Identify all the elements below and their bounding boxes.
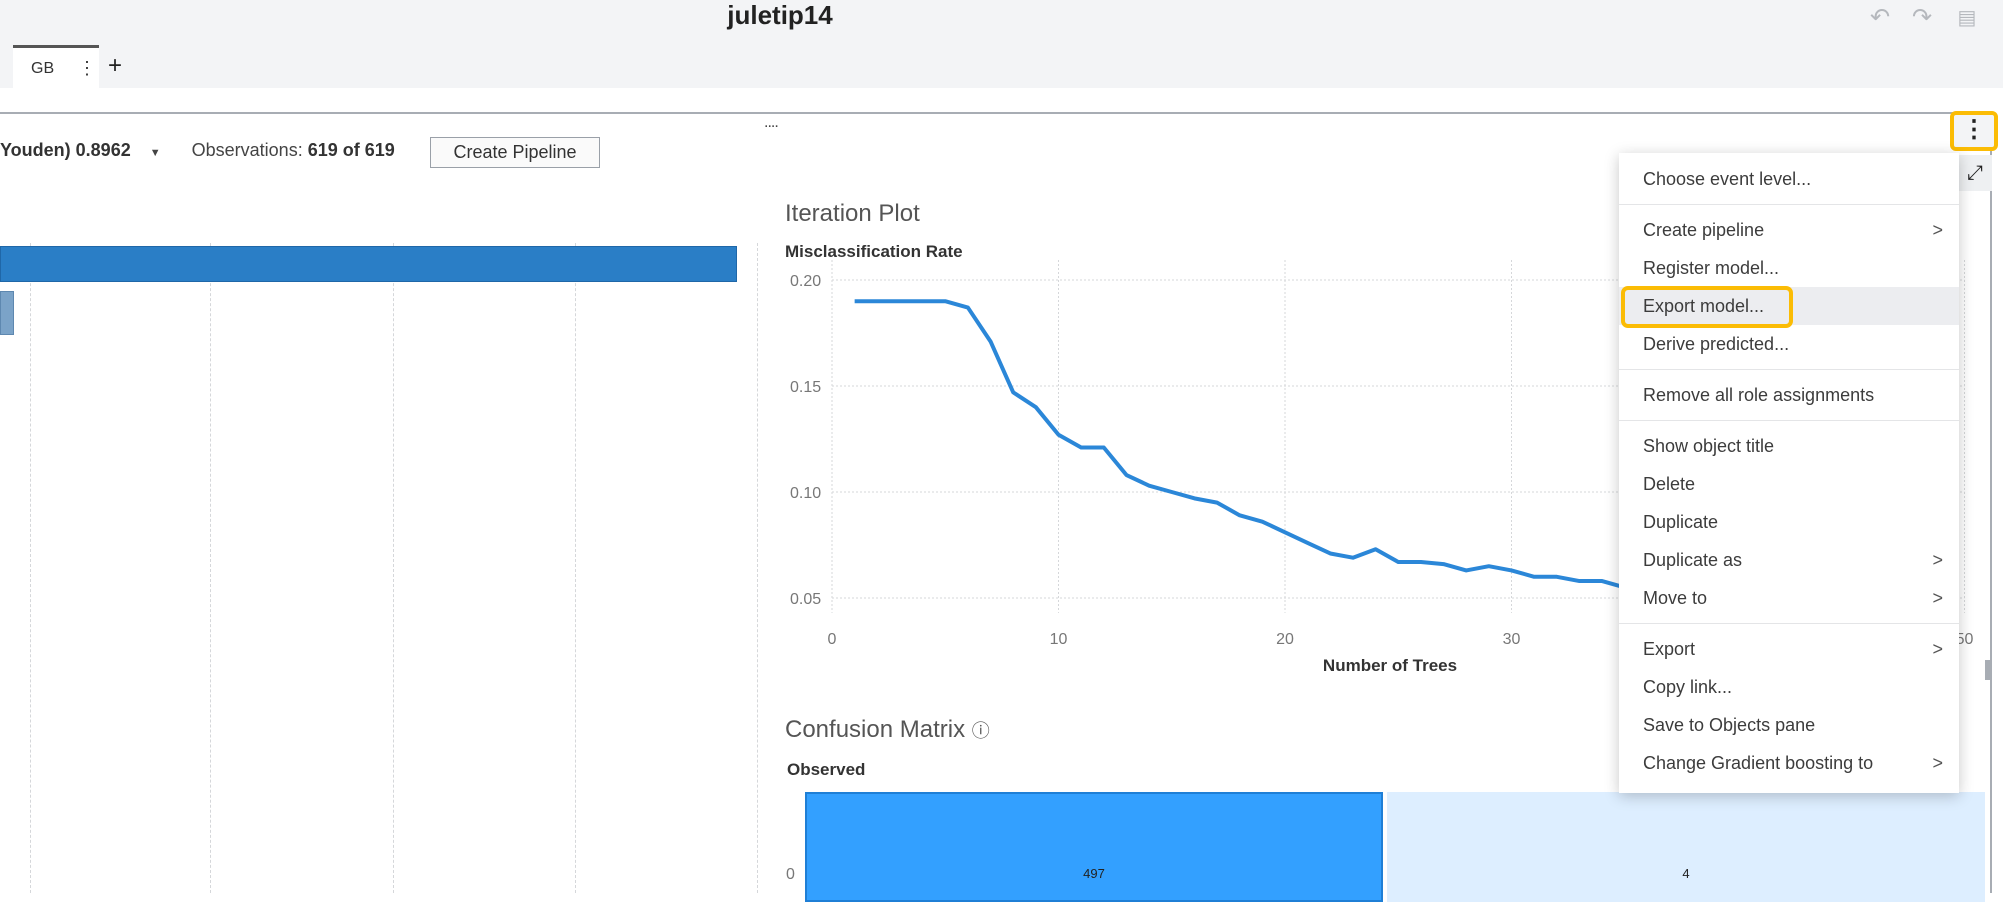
bar[interactable] xyxy=(0,246,737,282)
x-tick-label: 0 xyxy=(828,631,837,648)
chevron-right-icon: > xyxy=(1932,579,1943,617)
row-label: 0 xyxy=(786,866,795,884)
undo-icon[interactable]: ↶ xyxy=(1866,4,1894,32)
confusion-cell[interactable]: 4 xyxy=(1387,792,1985,902)
observed-label: Observed xyxy=(787,760,865,780)
menu-item-change-gradient-boosting-to[interactable]: Change Gradient boosting to > xyxy=(1619,744,1959,782)
bar[interactable] xyxy=(0,291,14,335)
dropdown-icon[interactable]: ▼ xyxy=(150,147,161,159)
menu-item-label: Copy link... xyxy=(1643,677,1732,697)
menu-item-label: Change Gradient boosting to xyxy=(1643,753,1873,773)
info-icon[interactable]: ⓘ xyxy=(972,721,990,741)
cutoff-value[interactable]: Youden) 0.8962 xyxy=(0,140,131,160)
menu-item-label: Remove all role assignments xyxy=(1643,385,1874,405)
menu-item-label: Duplicate xyxy=(1643,512,1718,532)
drag-handle[interactable]: .... xyxy=(764,114,778,132)
menu-separator xyxy=(1619,204,1959,205)
panel-divider xyxy=(757,243,758,893)
context-menu: Choose event level... Create pipeline > Reg… xyxy=(1619,153,1959,793)
menu-item-save-to-objects-pane[interactable]: Save to Objects pane xyxy=(1619,706,1959,744)
y-tick-label: 0.10 xyxy=(790,485,821,502)
object-menu-button[interactable]: ⋮ xyxy=(1950,111,1998,151)
cell-value: 4 xyxy=(1387,866,1985,881)
menu-item-show-object-title[interactable]: Show object title xyxy=(1619,427,1959,465)
menu-item-label: Register model... xyxy=(1643,258,1779,278)
tab-label: GB xyxy=(31,60,54,78)
menu-item-choose-event-level[interactable]: Choose event level... xyxy=(1619,160,1959,198)
menu-item-move-to[interactable]: Move to > xyxy=(1619,579,1959,617)
x-tick-label: 30 xyxy=(1503,631,1521,648)
menu-item-label: Move to xyxy=(1643,588,1707,608)
menu-item-duplicate-as[interactable]: Duplicate as > xyxy=(1619,541,1959,579)
create-pipeline-button[interactable]: Create Pipeline xyxy=(430,137,600,168)
menu-item-label: Export xyxy=(1643,639,1695,659)
panel-border xyxy=(0,112,1992,114)
maximize-icon[interactable]: ⤢ xyxy=(1958,155,1992,191)
menu-separator xyxy=(1619,623,1959,624)
y-tick-label: 0.15 xyxy=(790,379,821,396)
x-tick-label: 10 xyxy=(1050,631,1068,648)
gridline xyxy=(30,243,31,893)
iteration-plot-title: Iteration Plot xyxy=(785,200,920,228)
menu-item-derive-predicted[interactable]: Derive predicted... xyxy=(1619,325,1959,363)
menu-separator xyxy=(1619,369,1959,370)
redo-icon[interactable]: ↷ xyxy=(1908,4,1936,32)
report-title: juletip14 xyxy=(0,0,1560,30)
y-axis-label: Misclassification Rate xyxy=(785,242,963,262)
scrollbar-thumb[interactable] xyxy=(1985,660,1991,680)
series-line xyxy=(855,301,1625,587)
menu-item-label: Delete xyxy=(1643,474,1695,494)
menu-item-export[interactable]: Export > xyxy=(1619,630,1959,668)
gridline xyxy=(393,243,394,893)
menu-item-label: Duplicate as xyxy=(1643,550,1742,570)
tab-gb[interactable]: GB ⋮ xyxy=(13,45,99,89)
gridline xyxy=(210,243,211,893)
menu-item-label: Derive predicted... xyxy=(1643,334,1789,354)
menu-item-delete[interactable]: Delete xyxy=(1619,465,1959,503)
y-tick-label: 0.05 xyxy=(790,591,821,608)
cell-value: 497 xyxy=(807,866,1381,881)
menu-item-remove-all-role-assignments[interactable]: Remove all role assignments xyxy=(1619,376,1959,414)
confusion-matrix-title: Confusion Matrix ⓘ xyxy=(785,716,990,744)
menu-item-register-model[interactable]: Register model... xyxy=(1619,249,1959,287)
menu-item-label: Save to Objects pane xyxy=(1643,715,1815,735)
chevron-right-icon: > xyxy=(1932,211,1943,249)
y-tick-label: 0.20 xyxy=(790,273,821,290)
menu-item-create-pipeline[interactable]: Create pipeline > xyxy=(1619,211,1959,249)
model-toolbar: Youden) 0.8962 ▼ Observations: 619 of 61… xyxy=(0,140,395,161)
x-axis-label: Number of Trees xyxy=(1240,656,1540,676)
menu-item-label: Create pipeline xyxy=(1643,220,1764,240)
observations-label: Observations: xyxy=(192,140,303,160)
menu-item-duplicate[interactable]: Duplicate xyxy=(1619,503,1959,541)
confusion-cell[interactable]: 497 xyxy=(805,792,1383,902)
observations-value: 619 of 619 xyxy=(308,140,395,160)
chevron-right-icon: > xyxy=(1932,541,1943,579)
highlight-box xyxy=(1621,286,1793,328)
menu-separator xyxy=(1619,420,1959,421)
confusion-title-text: Confusion Matrix xyxy=(785,716,965,743)
tab-menu-icon[interactable]: ⋮ xyxy=(78,58,96,79)
menu-item-label: Show object title xyxy=(1643,436,1774,456)
gridline xyxy=(575,243,576,893)
chevron-right-icon: > xyxy=(1932,744,1943,782)
save-icon[interactable]: ▤ xyxy=(1953,4,1981,32)
add-tab-button[interactable]: + xyxy=(108,52,122,80)
menu-item-copy-link[interactable]: Copy link... xyxy=(1619,668,1959,706)
panel-border-right xyxy=(1990,112,1992,893)
x-tick-label: 20 xyxy=(1276,631,1294,648)
chevron-right-icon: > xyxy=(1932,630,1943,668)
menu-item-label: Choose event level... xyxy=(1643,169,1811,189)
